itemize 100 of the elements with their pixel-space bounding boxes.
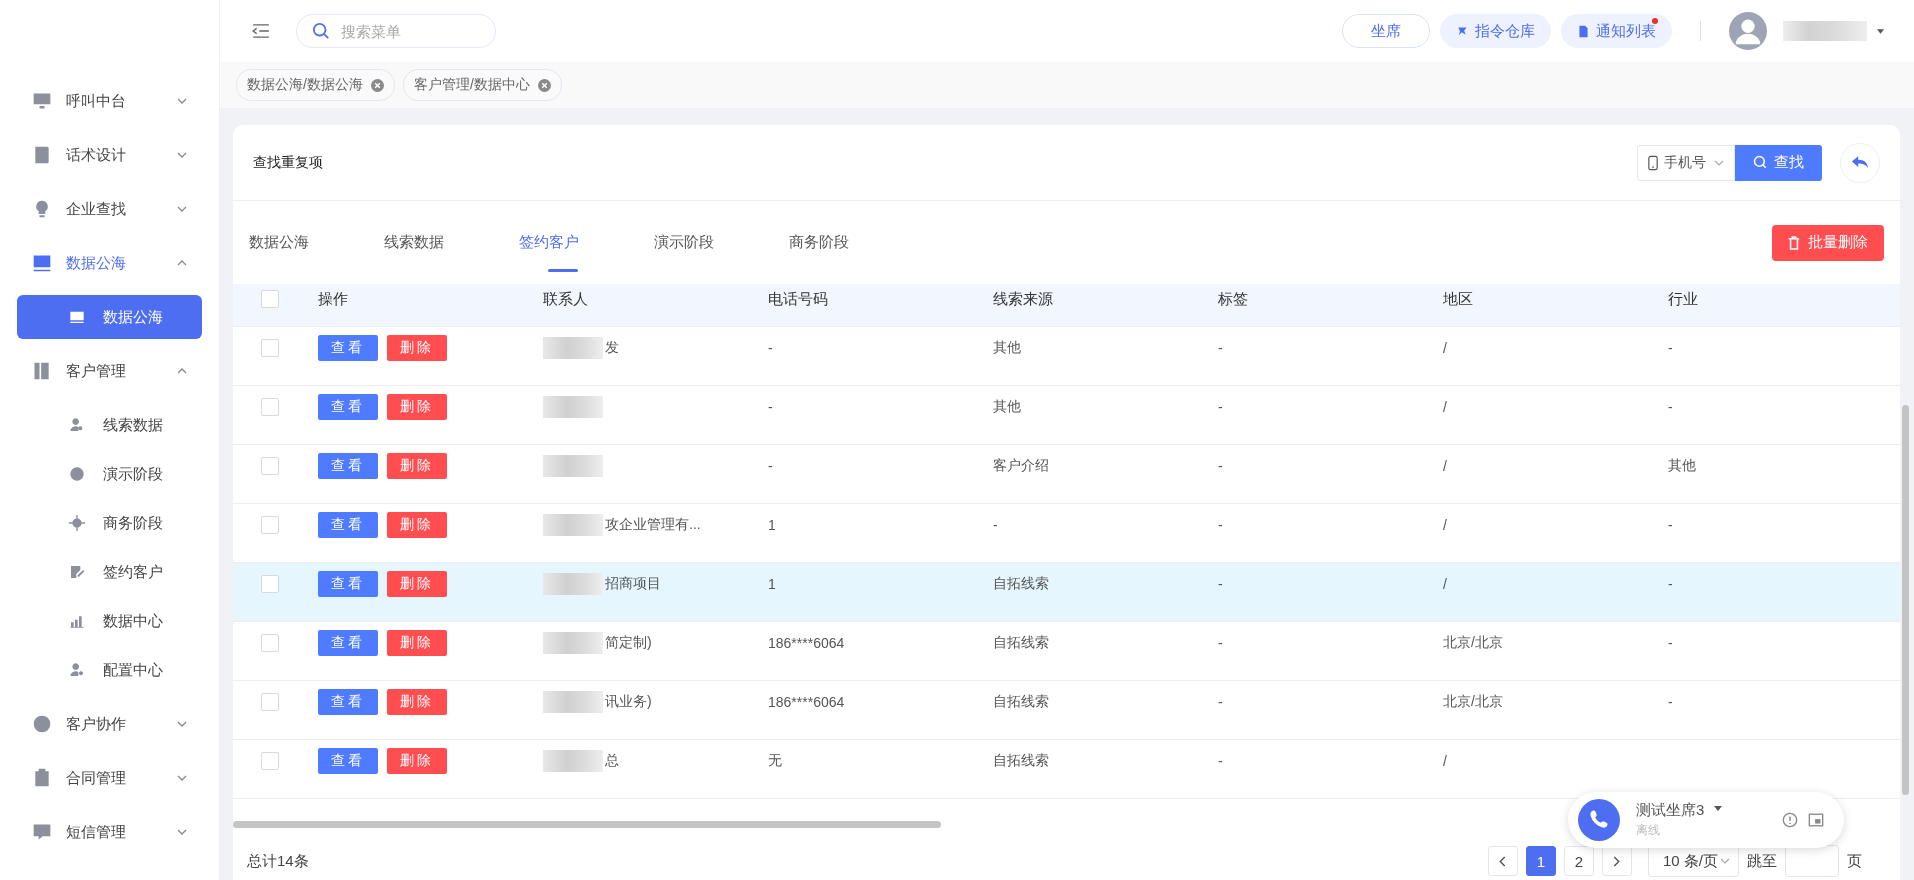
search-button[interactable]: 查找 xyxy=(1735,144,1822,181)
nav-subitem[interactable]: 数据公海 xyxy=(17,295,202,339)
field-select[interactable]: 手机号 xyxy=(1637,144,1735,181)
chat-icon xyxy=(32,822,52,842)
total-count: 总计14条 xyxy=(247,851,309,871)
table-row[interactable]: 查看 删除 - 客户介绍 - / 其他 xyxy=(233,445,1900,504)
checkbox[interactable] xyxy=(261,290,279,309)
book-icon xyxy=(32,145,52,165)
nav-item[interactable]: 合同管理 xyxy=(0,751,219,805)
scrollbar[interactable] xyxy=(233,821,941,828)
nav-item[interactable]: 客户协作 xyxy=(0,697,219,751)
page-button[interactable]: 1 xyxy=(1525,846,1556,876)
view-button[interactable]: 查看 xyxy=(318,453,378,479)
search-icon xyxy=(1753,155,1768,170)
table-cell: - xyxy=(1218,635,1223,651)
nav-item[interactable]: 数据公海 xyxy=(0,236,219,290)
open-tab[interactable]: 数据公海/数据公海 xyxy=(236,69,395,101)
checkbox[interactable] xyxy=(261,516,279,534)
chart-icon xyxy=(69,309,85,325)
checkbox[interactable] xyxy=(261,752,279,770)
goto-label: 跳至 xyxy=(1747,851,1777,871)
nav-item[interactable]: 话术设计 xyxy=(0,128,219,182)
checkbox[interactable] xyxy=(261,457,279,475)
table-cell: - xyxy=(1218,694,1223,710)
table-cell: 客户介绍 xyxy=(993,457,1049,475)
nav-subitem[interactable]: 商务阶段 xyxy=(17,501,202,545)
chevron-icon xyxy=(177,98,187,104)
open-tab[interactable]: 客户管理/数据中心 xyxy=(402,69,562,101)
tab[interactable]: 商务阶段 xyxy=(773,201,908,284)
back-button[interactable] xyxy=(1840,142,1880,183)
agent-name[interactable]: 测试坐席3 xyxy=(1636,801,1705,820)
checkbox[interactable] xyxy=(261,339,279,357)
page-input[interactable] xyxy=(1785,845,1839,877)
checkbox[interactable] xyxy=(261,398,279,416)
table-cell: 其他 xyxy=(993,398,1021,416)
tab[interactable]: 数据公海 xyxy=(233,201,368,284)
header-button[interactable]: 通知列表 xyxy=(1561,14,1672,48)
column-header: 地区 xyxy=(1442,289,1474,309)
info-icon[interactable] xyxy=(1782,812,1798,828)
table-cell: - xyxy=(1218,576,1223,592)
caret-icon[interactable] xyxy=(1877,28,1884,34)
view-button[interactable]: 查看 xyxy=(318,748,378,774)
pixelated-block xyxy=(543,514,603,536)
nav-item[interactable]: 企业查找 xyxy=(0,182,219,236)
table-row[interactable]: 查看 删除 - 其他 - / - xyxy=(233,386,1900,445)
scrollbar[interactable] xyxy=(1902,405,1909,795)
view-button[interactable]: 查看 xyxy=(318,571,378,597)
avatar[interactable] xyxy=(1729,12,1767,50)
table-cell: / xyxy=(1443,399,1447,415)
checkbox[interactable] xyxy=(261,693,279,711)
nav-subitem[interactable]: 演示阶段 xyxy=(17,452,202,496)
table-cell: 招商项目 xyxy=(605,575,661,593)
table-cell: 186****6064 xyxy=(768,635,845,651)
tab[interactable]: 线索数据 xyxy=(368,201,503,284)
table-cell: - xyxy=(1668,517,1673,533)
menu-icon[interactable] xyxy=(252,24,270,38)
nav-item[interactable]: 呼叫中台 xyxy=(0,74,219,128)
phone-button[interactable] xyxy=(1578,799,1620,841)
table-cell: / xyxy=(1443,517,1447,533)
previous-page-button[interactable] xyxy=(1487,846,1518,876)
close-icon[interactable] xyxy=(370,78,384,92)
view-button[interactable]: 查看 xyxy=(318,512,378,538)
table-row[interactable]: 查看 删除 讯业务) 186****6064 自拓线索 - 北京/北京 - xyxy=(233,681,1900,740)
tab[interactable]: 演示阶段 xyxy=(638,201,773,284)
page-button[interactable]: 2 xyxy=(1563,846,1594,876)
table-cell: 自拓线索 xyxy=(993,752,1049,770)
table-row[interactable]: 查看 删除 简定制) 186****6064 自拓线索 - 北京/北京 - xyxy=(233,622,1900,681)
checkbox[interactable] xyxy=(261,634,279,652)
clipboard-icon xyxy=(32,768,52,788)
view-button[interactable]: 查看 xyxy=(318,335,378,361)
view-button[interactable]: 查看 xyxy=(318,394,378,420)
nav-item[interactable]: 客户管理 xyxy=(0,344,219,398)
trash-icon xyxy=(1788,235,1800,250)
card-title: 查找重复项 xyxy=(253,153,323,172)
table-cell: 北京/北京 xyxy=(1443,693,1503,711)
table-cell: - xyxy=(1668,694,1673,710)
caret-icon[interactable] xyxy=(1714,806,1723,811)
table-row[interactable]: 查看 删除 招商项目 1 自拓线索 - / - xyxy=(233,563,1900,622)
table-cell: 1 xyxy=(768,517,776,533)
view-button[interactable]: 查看 xyxy=(318,630,378,656)
nav-subitem[interactable]: 签约客户 xyxy=(17,550,202,594)
agent-status: 离线 xyxy=(1636,822,1661,839)
search-field[interactable]: 搜索菜单 xyxy=(296,14,496,48)
nav-subitem[interactable]: 线索数据 xyxy=(17,403,202,447)
chevron-icon xyxy=(177,260,187,266)
view-button[interactable]: 查看 xyxy=(318,689,378,715)
nav-subitem[interactable]: 数据中心 xyxy=(17,599,202,643)
chevron-icon xyxy=(1720,858,1730,864)
table-cell: - xyxy=(1668,576,1673,592)
next-page-button[interactable] xyxy=(1601,846,1632,876)
table-row[interactable]: 查看 删除 发 - 其他 - / - xyxy=(233,327,1900,386)
nav-item[interactable]: 短信管理 xyxy=(0,805,219,859)
header-button[interactable]: 指令仓库 xyxy=(1440,14,1551,48)
table-cell: - xyxy=(1218,753,1223,769)
checkbox[interactable] xyxy=(261,575,279,593)
header-button[interactable]: 坐席 xyxy=(1342,14,1430,48)
window-icon[interactable] xyxy=(1808,812,1824,828)
tab[interactable]: 签约客户 xyxy=(503,201,638,284)
nav-subitem[interactable]: 配置中心 xyxy=(17,648,202,692)
close-icon[interactable] xyxy=(537,78,551,92)
